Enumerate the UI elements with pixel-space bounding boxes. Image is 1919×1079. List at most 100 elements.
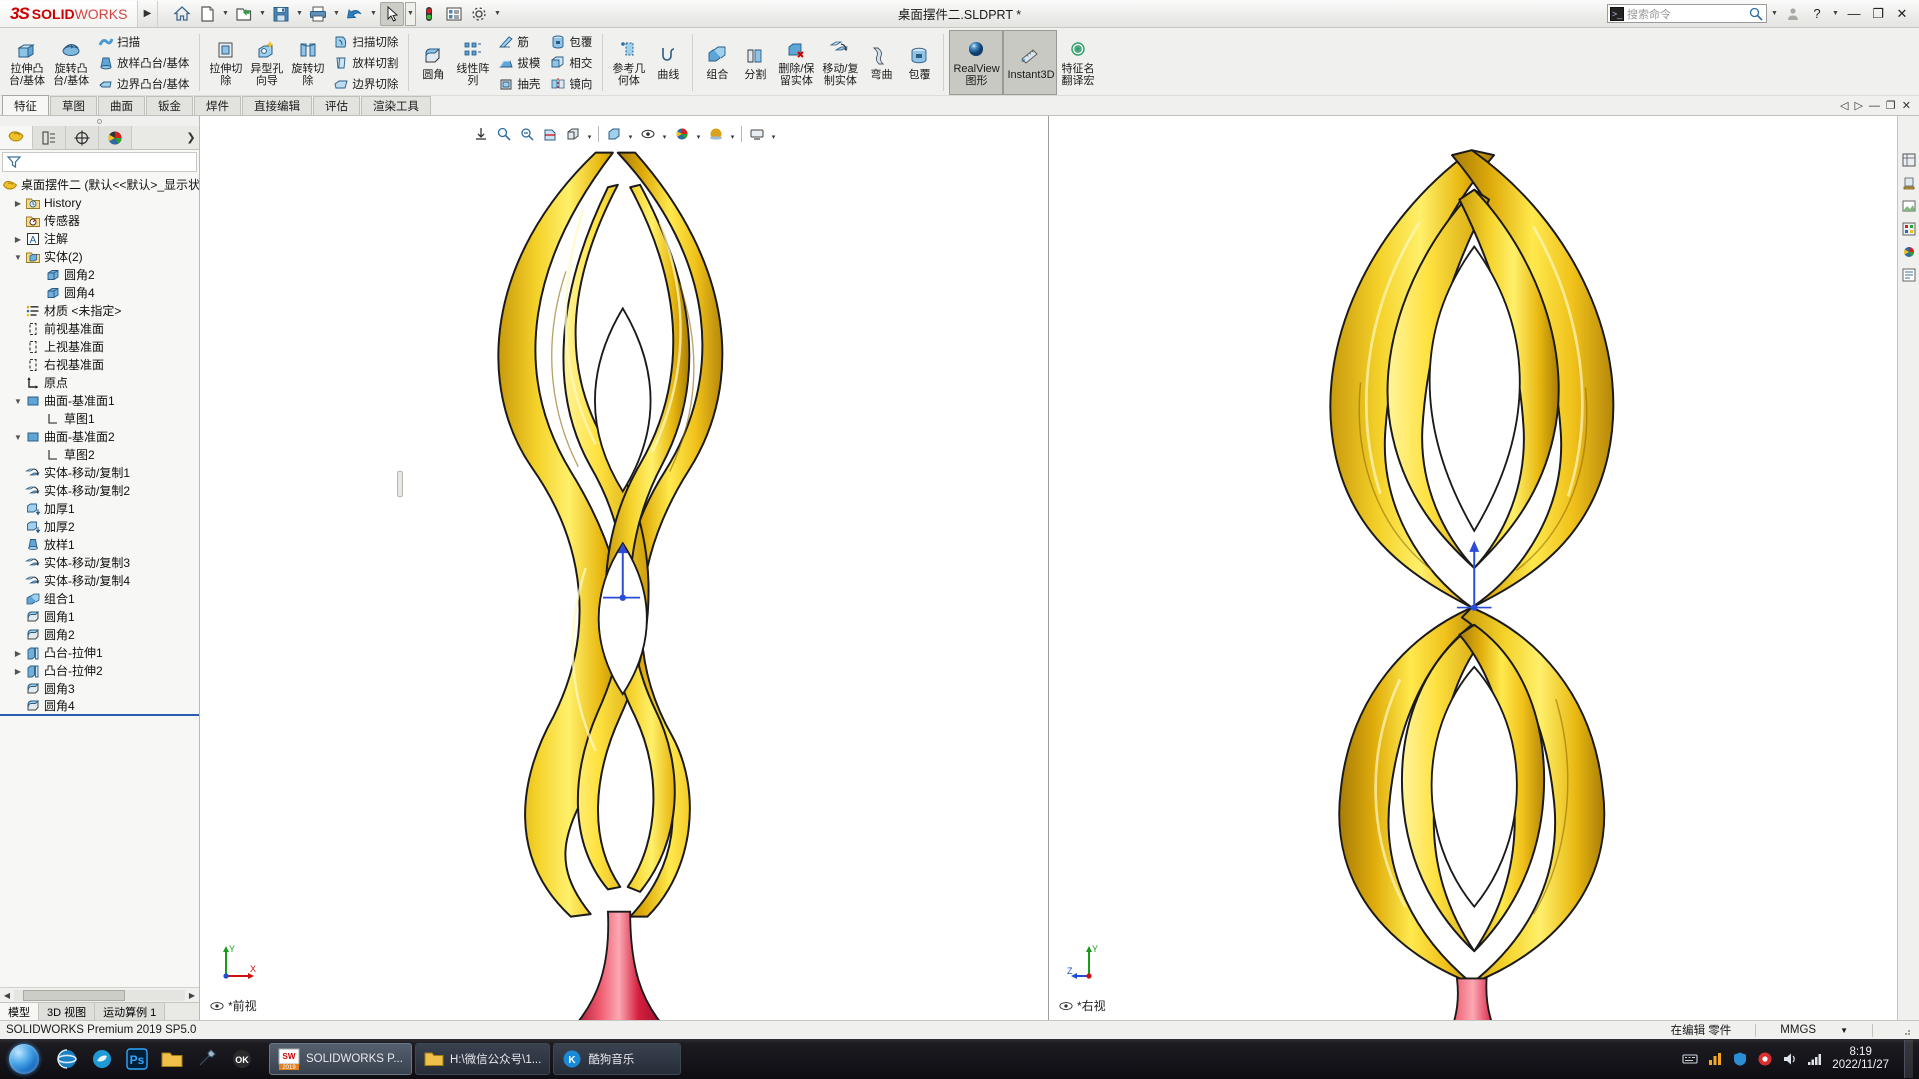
curves-button[interactable]: 曲线 — [649, 30, 687, 95]
tree-item[interactable]: 桌面摆件二 (默认<<默认>_显示状态 1 — [0, 176, 199, 194]
home-icon[interactable] — [170, 2, 194, 26]
extrude-cut-button[interactable]: 拉伸切除 — [205, 30, 246, 95]
tree-item[interactable]: 放样1 — [0, 536, 199, 554]
tree-item[interactable]: 原点 — [0, 374, 199, 392]
minimize-button[interactable]: — — [1843, 3, 1865, 25]
tree-expand-arrow-icon[interactable]: ▶ — [12, 644, 24, 662]
rib-button[interactable]: 筋 — [495, 32, 543, 52]
doc-close-icon[interactable]: ✕ — [1902, 99, 1911, 112]
loft-cut-button[interactable]: 放样切割 — [330, 53, 401, 73]
tree-item[interactable]: ▶ A 注解 — [0, 230, 199, 248]
wrap-button[interactable]: 包覆 — [547, 32, 595, 52]
fillet-button[interactable]: 圆角 — [414, 30, 452, 95]
tree-collapse-arrow-icon[interactable]: ▼ — [12, 428, 24, 446]
select-chevron-icon[interactable]: ▼ — [405, 1, 416, 26]
sweep-button[interactable]: 扫描 — [95, 32, 192, 52]
show-desktop-button[interactable] — [1904, 1040, 1913, 1078]
decals-icon[interactable] — [1901, 221, 1917, 237]
appearances-icon[interactable] — [1901, 175, 1917, 191]
undo-icon[interactable] — [343, 2, 367, 26]
loft-boss-button[interactable]: 放样凸台/基体 — [95, 53, 192, 73]
recording-icon[interactable] — [1757, 1051, 1773, 1067]
lights-cameras-icon[interactable] — [1901, 244, 1917, 260]
network-icon[interactable] — [1807, 1051, 1823, 1067]
tab-motion-study[interactable]: 运动算例 1 — [95, 1003, 166, 1020]
tab-direct-editing[interactable]: 直接编辑 — [242, 96, 312, 115]
panel-tabs-more-icon[interactable]: ❯ — [183, 126, 199, 149]
help-chevron-icon[interactable]: ▼ — [1830, 2, 1841, 26]
tree-item[interactable]: 前视基准面 — [0, 320, 199, 338]
tree-collapse-arrow-icon[interactable]: ▼ — [12, 248, 24, 266]
taskbar-clock[interactable]: 8:19 2022/11/27 — [1832, 1046, 1895, 1072]
tab-surfaces[interactable]: 曲面 — [98, 96, 145, 115]
tree-item[interactable]: 实体-移动/复制4 — [0, 572, 199, 590]
tab-3d-views[interactable]: 3D 视图 — [39, 1003, 96, 1020]
feature-manager-tab[interactable] — [0, 126, 33, 149]
tree-item[interactable]: 圆角2 — [0, 266, 199, 284]
tree-item[interactable]: 圆角4 — [0, 284, 199, 302]
wrap2-button[interactable]: 包覆 — [900, 30, 938, 95]
ok-icon[interactable]: OK — [227, 1044, 257, 1074]
restore-button[interactable]: ❐ — [1867, 3, 1889, 25]
tree-item[interactable]: ▼ 曲面-基准面2 — [0, 428, 199, 446]
explorer-icon[interactable] — [157, 1044, 187, 1074]
tree-item[interactable]: ▶ History — [0, 194, 199, 212]
revolve-boss-button[interactable]: 旋转凸 台/基体 — [49, 30, 93, 95]
tab-features[interactable]: 特征 — [2, 95, 49, 115]
tree-expand-arrow-icon[interactable]: ▶ — [12, 230, 24, 248]
options-chevron-icon[interactable]: ▼ — [492, 2, 503, 26]
tree-item[interactable]: 材质 <未指定> — [0, 302, 199, 320]
view-palette-icon[interactable] — [1901, 152, 1917, 168]
shield-icon[interactable] — [1732, 1051, 1748, 1067]
tree-item[interactable]: ▶ 凸台-拉伸2 — [0, 662, 199, 680]
scenes-icon[interactable] — [1901, 198, 1917, 214]
configuration-manager-tab[interactable] — [66, 126, 99, 149]
tree-item[interactable]: 组合1 — [0, 590, 199, 608]
print-chevron-icon[interactable]: ▼ — [331, 2, 342, 26]
search-magnifier-icon[interactable] — [1748, 6, 1764, 22]
firefox-icon[interactable] — [87, 1044, 117, 1074]
status-resize-grip-icon[interactable] — [1897, 1022, 1913, 1038]
start-button[interactable] — [2, 1040, 46, 1078]
menu-expand-arrow[interactable]: ▶ — [138, 0, 158, 27]
rebuild-icon[interactable] — [417, 2, 441, 26]
tab-weldments[interactable]: 焊件 — [194, 96, 241, 115]
panel-collapse-handle[interactable] — [0, 116, 199, 126]
tree-item[interactable]: ▼ 实体(2) — [0, 248, 199, 266]
volume-icon[interactable] — [1782, 1051, 1798, 1067]
delete-keep-body-button[interactable]: 删除/保 留实体 — [774, 30, 818, 95]
intersect-button[interactable]: 相交 — [547, 53, 595, 73]
doc-prev-icon[interactable]: ◁ — [1840, 99, 1848, 112]
save-icon[interactable] — [269, 2, 293, 26]
move-copy-body-button[interactable]: 移动/复 制实体 — [818, 30, 862, 95]
viewport-front[interactable]: ▾ ▾ ▾ ▾ ▾ ▾ Y X *前视 — [200, 116, 1049, 1020]
scroll-track[interactable] — [14, 989, 185, 1001]
tree-horizontal-scrollbar[interactable]: ◀ ▶ — [0, 987, 199, 1002]
tree-expand-arrow-icon[interactable]: ▶ — [12, 662, 24, 680]
keyboard-ime-icon[interactable] — [1682, 1051, 1698, 1067]
doc-minimize-icon[interactable]: — — [1869, 100, 1880, 112]
tab-render-tools[interactable]: 渲染工具 — [361, 96, 431, 115]
shell-button[interactable]: 抽壳 — [495, 74, 543, 94]
split-button[interactable]: 分割 — [736, 30, 774, 95]
tree-collapse-arrow-icon[interactable]: ▼ — [12, 392, 24, 410]
realview-button[interactable]: RealView 图形 — [949, 30, 1004, 95]
tree-item[interactable]: 实体-移动/复制3 — [0, 554, 199, 572]
tab-sketch[interactable]: 草图 — [50, 96, 97, 115]
feature-translate-macro-button[interactable]: 特征名 翻译宏 — [1057, 30, 1098, 95]
hole-wizard-button[interactable]: 异型孔 向导 — [246, 30, 287, 95]
tree-expand-arrow-icon[interactable]: ▶ — [12, 194, 24, 212]
open-folder-icon[interactable] — [232, 2, 256, 26]
linear-pattern-button[interactable]: 线性阵列 — [452, 30, 493, 95]
ie-browser-icon[interactable] — [52, 1044, 82, 1074]
draft-button[interactable]: 拔模 — [495, 53, 543, 73]
select-arrow-icon[interactable] — [380, 1, 404, 26]
tree-filter-input[interactable] — [2, 152, 197, 172]
tree-item[interactable]: 圆角2 — [0, 626, 199, 644]
chart-icon[interactable] — [1707, 1051, 1723, 1067]
tree-item[interactable]: 实体-移动/复制2 — [0, 482, 199, 500]
viewport-right[interactable]: Y Z *右视 — [1049, 116, 1897, 1020]
close-button[interactable]: ✕ — [1891, 3, 1913, 25]
undo-chevron-icon[interactable]: ▼ — [368, 2, 379, 26]
tree-item[interactable]: 圆角1 — [0, 608, 199, 626]
